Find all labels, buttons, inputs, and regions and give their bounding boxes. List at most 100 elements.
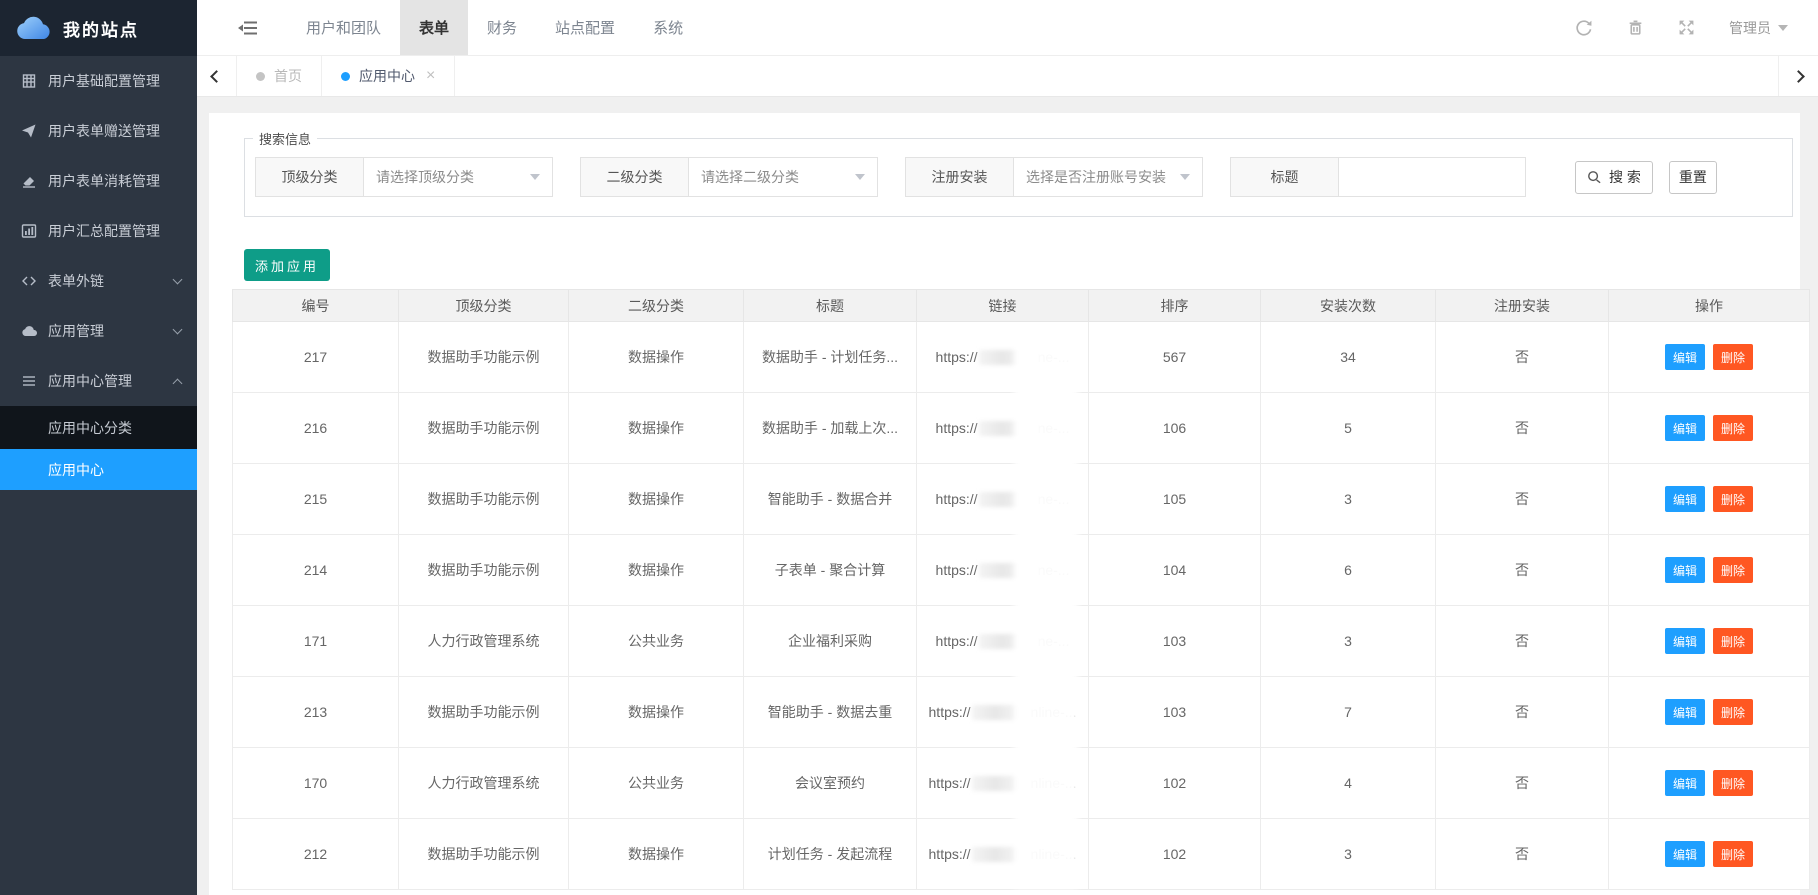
title-input[interactable] xyxy=(1339,158,1525,196)
delete-button[interactable]: 删除 xyxy=(1713,557,1753,583)
edit-button[interactable]: 编辑 xyxy=(1665,841,1705,867)
delete-button[interactable]: 删除 xyxy=(1713,841,1753,867)
cell-installs: 7 xyxy=(1261,677,1436,748)
edit-button[interactable]: 编辑 xyxy=(1665,415,1705,441)
cell-top-category: 人力行政管理系统 xyxy=(399,748,569,819)
bar-chart-icon xyxy=(21,223,37,239)
edit-button[interactable]: 编辑 xyxy=(1665,628,1705,654)
link-suffix: ne-... xyxy=(1038,349,1070,365)
chevron-up-icon xyxy=(173,378,183,388)
cell-title: 计划任务 - 发起流程 xyxy=(744,819,917,890)
sidebar-item-user-form-gift[interactable]: 用户表单赠送管理 xyxy=(0,106,197,156)
list-menu-icon xyxy=(21,373,37,389)
cell-id: 217 xyxy=(233,322,399,393)
cell-id: 213 xyxy=(233,677,399,748)
tab-status-dot-icon xyxy=(256,72,265,81)
topnav-tab[interactable]: 表单 xyxy=(400,0,468,55)
cell-installs: 5 xyxy=(1261,393,1436,464)
edit-button[interactable]: 编辑 xyxy=(1665,770,1705,796)
trash-icon[interactable] xyxy=(1627,19,1644,36)
close-tab-icon[interactable]: × xyxy=(426,68,435,84)
topnav-tab[interactable]: 系统 xyxy=(634,0,702,55)
tabs-scroll-left-button[interactable] xyxy=(197,56,237,96)
tabs-scroll-right-button[interactable] xyxy=(1778,56,1818,96)
cell-actions: 编辑删除 xyxy=(1609,606,1810,677)
sidebar-item-app-management[interactable]: 应用管理 xyxy=(0,306,197,356)
cell-title: 子表单 - 聚合计算 xyxy=(744,535,917,606)
delete-button[interactable]: 删除 xyxy=(1713,415,1753,441)
cell-id: 170 xyxy=(233,748,399,819)
app-center-submenu: 应用中心分类 应用中心 xyxy=(0,406,197,490)
edit-button[interactable]: 编辑 xyxy=(1665,486,1705,512)
sidebar-item-user-form-consume[interactable]: 用户表单消耗管理 xyxy=(0,156,197,206)
topnav-tab[interactable]: 用户和团队 xyxy=(287,0,400,55)
sidebar-item-app-center-management[interactable]: 应用中心管理 xyxy=(0,356,197,406)
column-header: 注册安装 xyxy=(1436,290,1609,322)
chevron-down-icon xyxy=(855,174,865,180)
search-button-label: 搜 索 xyxy=(1609,167,1641,187)
cell-sort: 104 xyxy=(1089,535,1261,606)
sub-category-label: 二级分类 xyxy=(581,158,689,196)
topnav-tab[interactable]: 站点配置 xyxy=(536,0,634,55)
sidebar-item-app-center[interactable]: 应用中心 xyxy=(0,449,197,490)
delete-button[interactable]: 删除 xyxy=(1713,628,1753,654)
top-category-select[interactable]: 请选择顶级分类 xyxy=(364,158,552,196)
sidebar-item-app-center-category[interactable]: 应用中心分类 xyxy=(0,406,197,449)
page-tab[interactable]: 应用中心× xyxy=(322,56,455,96)
cell-top-category: 数据助手功能示例 xyxy=(399,535,569,606)
sidebar-item-user-basic-config[interactable]: 用户基础配置管理 xyxy=(0,56,197,106)
cloud-icon xyxy=(21,323,37,339)
cell-sub-category: 数据操作 xyxy=(569,393,744,464)
add-application-button[interactable]: 添加应用 xyxy=(244,249,330,281)
delete-button[interactable]: 删除 xyxy=(1713,770,1753,796)
table-row: 213数据助手功能示例数据操作智能助手 - 数据去重https://nline-… xyxy=(233,677,1810,748)
sidebar-item-label: 表单外链 xyxy=(48,271,104,291)
cell-top-category: 人力行政管理系统 xyxy=(399,606,569,677)
delete-button[interactable]: 删除 xyxy=(1713,486,1753,512)
cell-link: https:// ne-... xyxy=(917,606,1089,677)
sub-category-select[interactable]: 请选择二级分类 xyxy=(689,158,877,196)
collapse-sidebar-icon[interactable] xyxy=(237,19,259,37)
cell-installs: 6 xyxy=(1261,535,1436,606)
title-filter: 标题 xyxy=(1230,157,1526,197)
delete-button[interactable]: 删除 xyxy=(1713,344,1753,370)
cell-top-category: 数据助手功能示例 xyxy=(399,819,569,890)
reset-button[interactable]: 重置 xyxy=(1669,161,1717,194)
page-tab[interactable]: 首页 xyxy=(237,56,322,96)
link-suffix: ne-... xyxy=(1038,633,1070,649)
edit-button[interactable]: 编辑 xyxy=(1665,557,1705,583)
admin-user-menu[interactable]: 管理员 xyxy=(1729,18,1788,38)
table-row: 212数据助手功能示例数据操作计划任务 - 发起流程https://nline-… xyxy=(233,819,1810,890)
column-header: 编号 xyxy=(233,290,399,322)
edit-button[interactable]: 编辑 xyxy=(1665,344,1705,370)
fullscreen-icon[interactable] xyxy=(1678,19,1695,36)
column-header: 排序 xyxy=(1089,290,1261,322)
register-install-select[interactable]: 选择是否注册账号安装 xyxy=(1014,158,1202,196)
cell-sub-category: 公共业务 xyxy=(569,748,744,819)
link-prefix: https:// xyxy=(936,349,978,365)
cell-sort: 567 xyxy=(1089,322,1261,393)
cell-sort: 106 xyxy=(1089,393,1261,464)
brand-title: 我的站点 xyxy=(63,16,139,41)
chevron-down-icon xyxy=(173,324,183,334)
cell-registered: 否 xyxy=(1436,322,1609,393)
sidebar-item-user-summary-config[interactable]: 用户汇总配置管理 xyxy=(0,206,197,256)
topnav-tab[interactable]: 财务 xyxy=(468,0,536,55)
register-install-filter: 注册安装 选择是否注册账号安装 xyxy=(905,157,1203,197)
link-prefix: https:// xyxy=(929,704,971,720)
cell-title: 智能助手 - 数据合并 xyxy=(744,464,917,535)
link-redacted-blur xyxy=(979,492,1037,507)
refresh-icon[interactable] xyxy=(1575,19,1593,37)
cell-top-category: 数据助手功能示例 xyxy=(399,464,569,535)
code-link-icon xyxy=(21,273,37,289)
edit-button[interactable]: 编辑 xyxy=(1665,699,1705,725)
search-form-row: 顶级分类 请选择顶级分类 二级分类 请选择二级分类 注册安装 选择是否注册账号安… xyxy=(245,157,1792,197)
search-button[interactable]: 搜 索 xyxy=(1575,161,1653,194)
column-header: 安装次数 xyxy=(1261,290,1436,322)
cell-sub-category: 数据操作 xyxy=(569,677,744,748)
sidebar-item-form-external-link[interactable]: 表单外链 xyxy=(0,256,197,306)
delete-button[interactable]: 删除 xyxy=(1713,699,1753,725)
link-prefix: https:// xyxy=(936,633,978,649)
page-tab-label: 首页 xyxy=(274,66,302,86)
cell-actions: 编辑删除 xyxy=(1609,819,1810,890)
